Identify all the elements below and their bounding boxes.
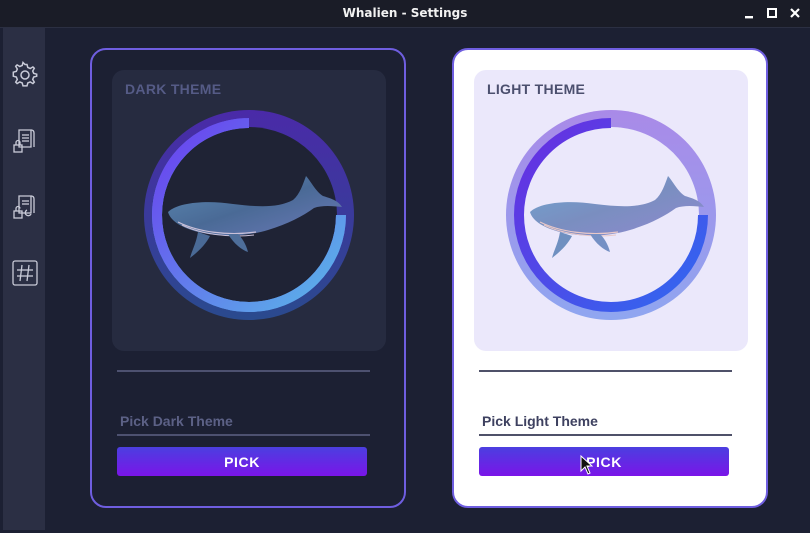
light-theme-label: LIGHT THEME xyxy=(487,81,586,97)
locked-document-icon[interactable] xyxy=(11,127,39,155)
light-theme-card: LIGHT THEME Pick Light Theme PICK xyxy=(452,48,768,508)
dark-theme-input[interactable] xyxy=(117,408,370,436)
whale-ring-image xyxy=(144,110,354,320)
dark-theme-label: DARK THEME xyxy=(125,81,222,97)
divider xyxy=(479,370,732,372)
unlocked-document-icon[interactable] xyxy=(11,193,39,221)
divider xyxy=(117,370,370,372)
pick-light-theme-button[interactable]: PICK xyxy=(479,447,729,476)
sidebar xyxy=(3,28,45,530)
dark-theme-preview[interactable]: DARK THEME xyxy=(112,70,386,351)
whale-ring-image xyxy=(506,110,716,320)
title-bar: Whalien - Settings xyxy=(0,0,810,28)
gear-icon[interactable] xyxy=(11,61,39,89)
hash-icon[interactable] xyxy=(11,259,39,287)
light-theme-input[interactable] xyxy=(479,408,732,436)
window-title: Whalien - Settings xyxy=(342,6,468,20)
light-theme-field xyxy=(479,408,732,438)
minimize-icon[interactable] xyxy=(743,6,757,20)
pick-dark-theme-button[interactable]: PICK xyxy=(117,447,367,476)
dark-theme-card: DARK THEME Pick Dark Theme PICK xyxy=(90,48,406,508)
dark-theme-field xyxy=(117,408,370,438)
maximize-icon[interactable] xyxy=(765,6,779,20)
close-icon[interactable] xyxy=(788,6,802,20)
main-panel: DARK THEME Pick Dark Theme PICK LIGHT TH… xyxy=(45,28,810,533)
light-theme-preview[interactable]: LIGHT THEME xyxy=(474,70,748,351)
